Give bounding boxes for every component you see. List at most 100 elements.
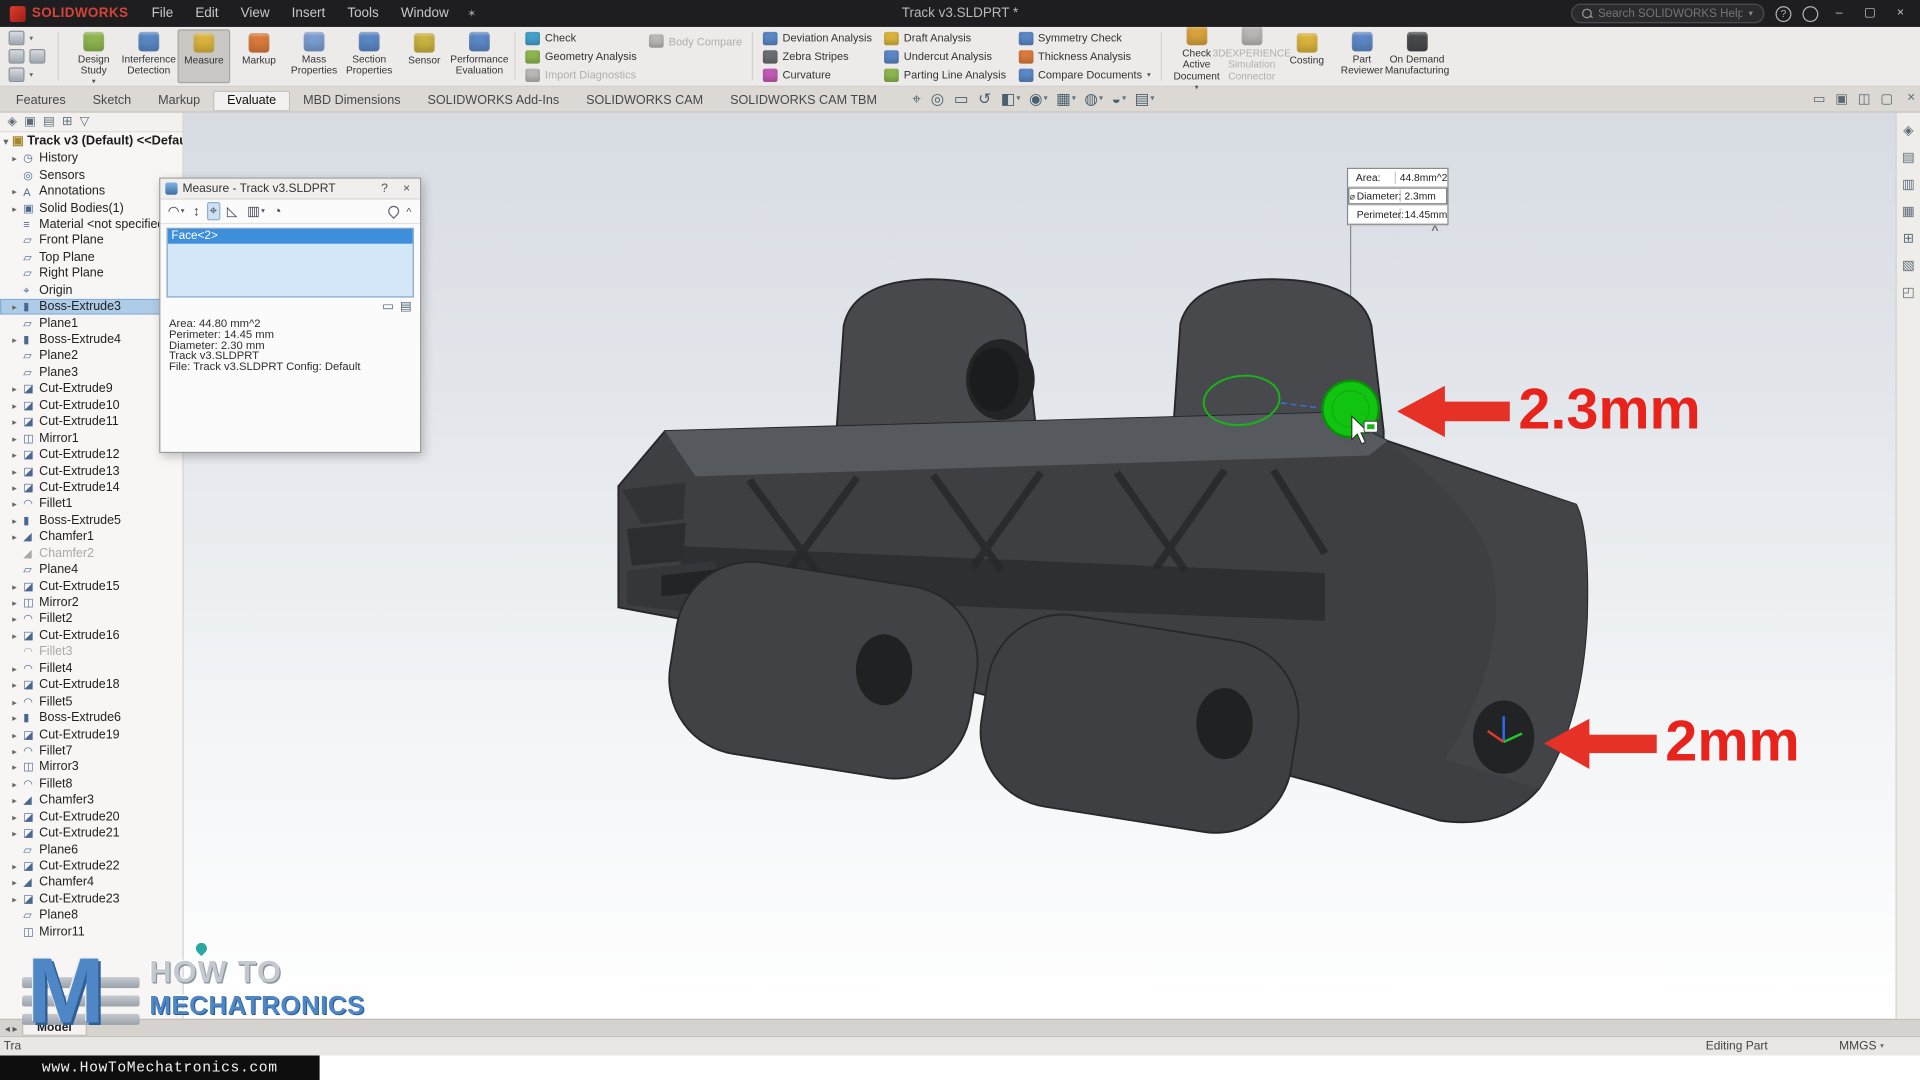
save-icon[interactable] — [29, 49, 45, 64]
tree-item[interactable]: ▸ ◪ Cut-Extrude20 — [0, 809, 182, 825]
viewport-close-icon[interactable]: × — [1907, 91, 1915, 106]
expand-arrow-icon[interactable]: ▸ — [12, 663, 23, 674]
tree-toolbar-icon[interactable]: ⊞ — [62, 115, 72, 128]
measure-dialog[interactable]: Measure - Track v3.SLDPRT ? × ◠▾↕⌖◺▥▾◔ ^… — [159, 178, 421, 454]
expand-arrow-icon[interactable]: ▸ — [12, 334, 23, 345]
view-tool-icon[interactable]: ◒▾ — [1112, 92, 1126, 107]
task-pane-icon[interactable]: ▤ — [1902, 149, 1915, 165]
command-tab[interactable]: Markup — [145, 91, 214, 112]
tree-item[interactable]: ▱ Plane6 — [0, 842, 182, 858]
expand-arrow-icon[interactable]: ▸ — [12, 598, 23, 609]
measure-tool-icon[interactable]: ◠▾ — [165, 202, 187, 220]
expand-arrow-icon[interactable]: ▸ — [12, 384, 23, 395]
tree-item[interactable]: ▱ Plane1 — [0, 315, 182, 331]
measure-option-icon[interactable]: ▭ — [382, 300, 394, 313]
ribbon-small-button[interactable]: Symmetry Check — [1018, 30, 1150, 46]
command-tab[interactable]: SOLIDWORKS CAM TBM — [717, 91, 891, 112]
tree-item[interactable]: ▸ ◪ Cut-Extrude10 — [0, 397, 182, 413]
expand-arrow-icon[interactable]: ▸ — [12, 581, 23, 592]
expand-arrow-icon[interactable]: ▸ — [12, 828, 23, 839]
ribbon-small-button[interactable]: Check — [525, 30, 636, 46]
expand-arrow-icon[interactable]: ▸ — [12, 433, 23, 444]
ribbon-small-button[interactable]: Compare Documents ▾ — [1018, 67, 1150, 83]
tree-toolbar-icon[interactable]: ▣ — [24, 115, 36, 128]
dialog-help-icon[interactable]: ? — [376, 182, 393, 195]
tree-item[interactable]: ▸ ◪ Cut-Extrude12 — [0, 447, 182, 463]
expand-arrow-icon[interactable]: ▸ — [12, 861, 23, 872]
tree-item[interactable]: ▸ ▮ Boss-Extrude6 — [0, 710, 182, 726]
help-search-box[interactable]: ▾ — [1571, 4, 1764, 24]
tree-item[interactable]: ▸ ◢ Chamfer3 — [0, 792, 182, 808]
measure-tool-icon[interactable]: ◔ — [271, 203, 285, 220]
search-input[interactable] — [1598, 7, 1742, 20]
view-tool-icon[interactable]: ◧▾ — [1001, 92, 1021, 107]
expand-arrow-icon[interactable]: ▸ — [12, 877, 23, 888]
tree-item[interactable]: ▸ ◪ Cut-Extrude14 — [0, 480, 182, 496]
tree-toolbar-icon[interactable]: ▤ — [43, 115, 55, 128]
expand-arrow-icon[interactable]: ▸ — [12, 729, 23, 740]
tree-item[interactable]: ▸ ◫ Mirror3 — [0, 759, 182, 775]
measure-tool-icon[interactable]: ◺ — [224, 202, 240, 220]
tree-item[interactable]: ▸ ▮ Boss-Extrude4 — [0, 332, 182, 348]
command-tab[interactable]: SOLIDWORKS Add-Ins — [414, 91, 573, 112]
expand-arrow-icon[interactable]: ▸ — [12, 779, 23, 790]
measure-selection-list[interactable]: Face<2> — [167, 228, 414, 298]
tab-scroll-arrows[interactable]: ◂ ▸ — [0, 1024, 22, 1036]
tree-item[interactable]: ▸ ◷ History — [0, 151, 182, 167]
tree-item[interactable]: ▸ ◪ Cut-Extrude19 — [0, 727, 182, 743]
tree-item[interactable]: ▱ Right Plane — [0, 266, 182, 282]
expand-arrow-icon[interactable]: ▸ — [12, 746, 23, 757]
view-tool-icon[interactable]: ▦▾ — [1056, 92, 1076, 107]
tree-item[interactable]: ▸ ▮ Boss-Extrude5 — [0, 513, 182, 529]
tree-item[interactable]: ▸ ◠ Fillet2 — [0, 611, 182, 627]
window-layout-icon[interactable]: ▢ — [1880, 91, 1893, 107]
graphics-viewport[interactable] — [184, 113, 1896, 1019]
task-pane-icon[interactable]: ▧ — [1902, 257, 1915, 273]
task-pane-icon[interactable]: ◈ — [1903, 122, 1913, 138]
tree-item[interactable]: ▱ Plane2 — [0, 348, 182, 364]
menu-item[interactable]: View — [230, 0, 281, 27]
expand-arrow-icon[interactable]: ▸ — [12, 532, 23, 543]
ribbon-small-button[interactable]: Import Diagnostics — [525, 67, 636, 83]
ribbon-button[interactable]: Sensor — [398, 29, 451, 83]
menu-item[interactable]: Edit — [184, 0, 229, 27]
view-tab[interactable]: Model — [22, 1020, 86, 1036]
tree-item[interactable]: ▸ ◪ Cut-Extrude13 — [0, 463, 182, 479]
account-icon[interactable] — [1802, 6, 1818, 22]
task-pane-icon[interactable]: ◰ — [1902, 284, 1915, 300]
tree-root-item[interactable]: ▾ ▣ Track v3 (Default) <<Default>_Displa… — [0, 132, 182, 150]
measure-tool-icon[interactable]: ↕ — [191, 203, 204, 220]
task-pane-icon[interactable]: ▦ — [1902, 203, 1915, 219]
tree-item[interactable]: ▸ ◪ Cut-Extrude21 — [0, 825, 182, 841]
view-tool-icon[interactable]: ◉▾ — [1029, 92, 1048, 107]
ribbon-small-button[interactable]: Deviation Analysis — [763, 30, 872, 46]
tree-item[interactable]: ▸ ◪ Cut-Extrude23 — [0, 891, 182, 907]
expand-arrow-icon[interactable]: ▸ — [12, 614, 23, 625]
tree-item[interactable]: ◫ Mirror11 — [0, 924, 182, 940]
tree-item[interactable]: ▱ Front Plane — [0, 233, 182, 249]
tree-item[interactable]: ▱ Top Plane — [0, 249, 182, 265]
expand-arrow-icon[interactable]: ▸ — [12, 680, 23, 691]
command-tab[interactable]: SOLIDWORKS CAM — [573, 91, 717, 112]
menu-item[interactable]: File — [141, 0, 185, 27]
ribbon-button[interactable]: 3DEXPERIENCE Simulation Connector — [1225, 22, 1278, 90]
view-tool-icon[interactable]: ▭ — [954, 92, 970, 107]
task-pane-icon[interactable]: ▥ — [1902, 176, 1915, 192]
ribbon-small-button[interactable]: Undercut Analysis — [884, 48, 1006, 64]
menu-item[interactable]: Window — [390, 0, 460, 27]
view-tool-icon[interactable]: ↺ — [978, 92, 992, 107]
ribbon-button[interactable]: Costing — [1280, 29, 1333, 83]
tree-item[interactable]: ▸ ◠ Fillet1 — [0, 496, 182, 512]
tree-item[interactable]: ▱ Plane8 — [0, 908, 182, 924]
measure-tool-icon[interactable]: ⌖ — [207, 202, 221, 220]
ribbon-button[interactable]: Part Reviewer — [1336, 28, 1389, 85]
view-tool-icon[interactable]: ◎ — [931, 92, 946, 107]
tree-item[interactable]: ▸ ◪ Cut-Extrude16 — [0, 628, 182, 644]
menu-pin-icon[interactable]: ✶ — [460, 0, 484, 27]
selected-entity[interactable]: Face<2> — [168, 229, 413, 244]
ribbon-button[interactable]: Measure — [178, 29, 231, 83]
ribbon-button[interactable]: Markup — [233, 29, 286, 83]
tree-toolbar-icon[interactable]: ▽ — [80, 115, 89, 128]
tree-item[interactable]: ◠ Fillet3 — [0, 644, 182, 660]
ribbon-small-button[interactable]: Body Compare — [649, 33, 742, 49]
